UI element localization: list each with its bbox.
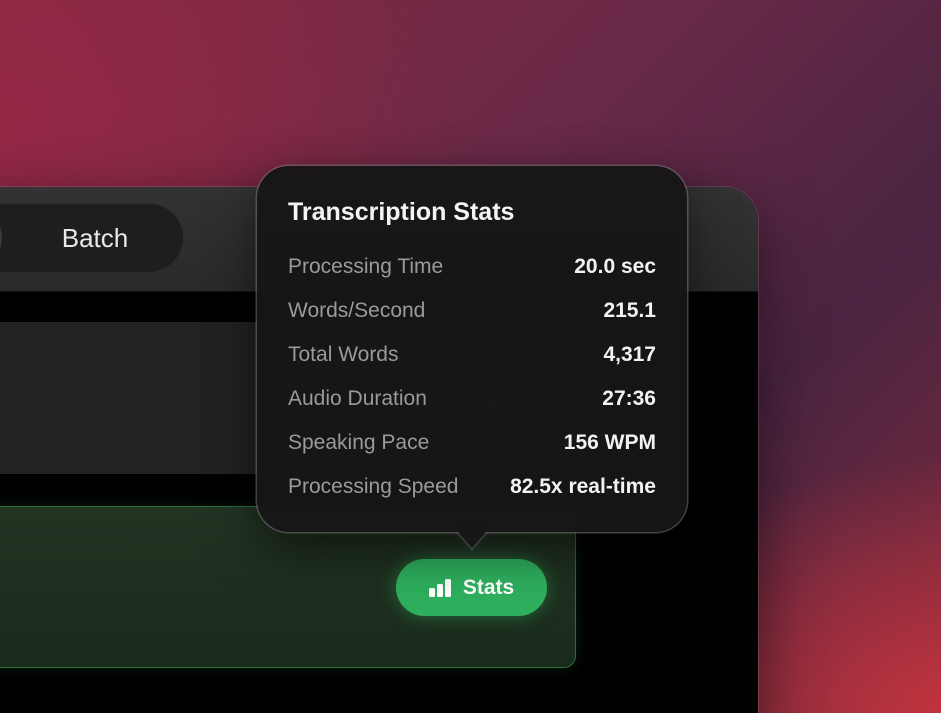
stats-button[interactable]: Stats [396,559,547,616]
stat-label: Processing Speed [288,475,459,498]
stat-label: Speaking Pace [288,431,430,454]
stat-row-audio-duration: Audio Duration 27:36 [288,384,656,414]
stat-label: Total Words [288,343,399,366]
stat-label: Words/Second [288,299,426,322]
mode-segmented-control: Batch [0,203,184,273]
stat-value: 82.5x real-time [510,475,656,498]
stat-row-processing-speed: Processing Speed 82.5x real-time [288,472,656,502]
stat-row-speaking-pace: Speaking Pace 156 WPM [288,428,656,458]
bar-chart-icon [428,578,451,597]
stat-row-processing-time: Processing Time 20.0 sec [288,252,656,282]
stats-button-label: Stats [462,575,515,599]
stat-value: 20.0 sec [574,255,656,278]
popover-arrow [452,525,492,548]
stat-row-total-words: Total Words 4,317 [288,340,656,370]
stat-value: 156 WPM [563,431,656,454]
stat-value: 27:36 [602,387,656,410]
popover-title: Transcription Stats [288,198,515,226]
stat-value: 4,317 [603,343,656,366]
segment-active[interactable] [0,207,2,269]
stat-value: 215.1 [603,299,656,322]
stat-label: Processing Time [288,255,444,278]
stat-label: Audio Duration [288,387,427,410]
stat-row-words-per-second: Words/Second 215.1 [288,296,656,326]
segment-batch[interactable]: Batch [30,203,160,273]
stats-popover: Transcription Stats Processing Time 20.0… [257,166,687,532]
